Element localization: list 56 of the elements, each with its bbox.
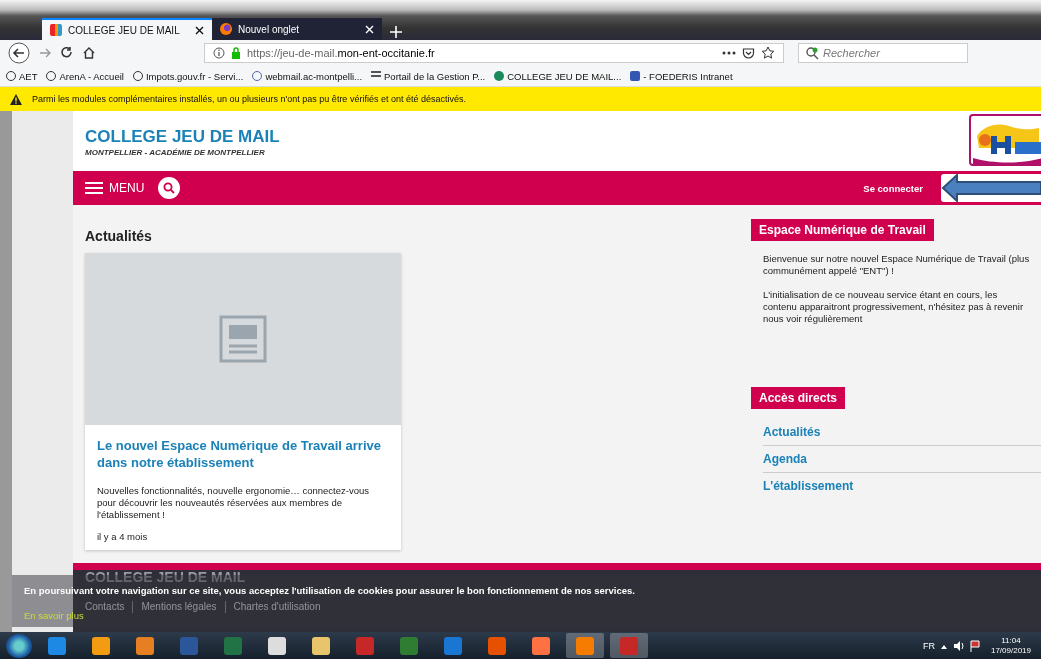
article-title[interactable]: Le nouvel Espace Numérique de Travail arrive dans notre établissement: [97, 437, 389, 471]
section-heading: Actualités: [85, 228, 153, 244]
info-icon: [213, 47, 225, 59]
quick-link[interactable]: Agenda: [763, 446, 1041, 473]
browser-tab[interactable]: COLLEGE JEU DE MAIL: [42, 18, 212, 40]
site-icon: [50, 24, 62, 36]
bookmark[interactable]: Portail de la Gestion P...: [371, 70, 486, 82]
bookmark[interactable]: AET: [6, 70, 38, 82]
section-heading: Accès directs: [751, 387, 846, 409]
back-icon[interactable]: [8, 42, 30, 64]
lock-icon: [231, 47, 241, 59]
article-date: il y a 4 mois: [97, 531, 149, 542]
search-icon: [805, 46, 819, 60]
site-subtitle: MONTPELLIER - ACADÉMIE DE MONTPELLIER: [85, 148, 266, 157]
section-heading: Espace Numérique de Travail: [751, 219, 934, 241]
document-icon: [219, 315, 267, 363]
quick-link[interactable]: L'établissement: [763, 473, 1041, 499]
browser-tab[interactable]: Nouvel onglet: [212, 18, 382, 40]
article-summary: Nouvelles fonctionnalités, nouvelle ergonomie… connectez-vous pour découvrir les nouveautés réservées aux membres de l'établissement !: [97, 485, 370, 521]
search-button[interactable]: [158, 177, 181, 199]
close-icon[interactable]: [195, 25, 204, 35]
home-icon[interactable]: [82, 46, 96, 60]
footer-title: COLLEGE JEU DE MAIL: [85, 570, 247, 584]
start-button[interactable]: [6, 633, 32, 658]
paragraph: L'initialisation de ce nouveau service étant en cours, les contenu apparaitront progressivement, n'hésitez pas à revenir nous voir régulièrement: [763, 289, 1025, 325]
language-indicator[interactable]: FR: [922, 640, 935, 651]
star-icon[interactable]: [761, 46, 775, 60]
search-field[interactable]: Rechercher: [798, 43, 968, 63]
clock-time: 11:04: [1001, 635, 1021, 646]
notification-text: Parmi les modules complémentaires installés, un ou plusieurs n'ont pas pu être vérifiés et ont été désactivés.: [32, 94, 466, 104]
menu-icon: [85, 182, 103, 194]
bookmark[interactable]: ArenA - Accueil: [46, 70, 124, 82]
menu-button[interactable]: MENU: [85, 181, 145, 195]
bookmark[interactable]: COLLEGE JEU DE MAIL...: [494, 70, 622, 82]
quick-link[interactable]: Actualités: [763, 419, 1041, 446]
firefox-icon: [220, 23, 232, 35]
more-icon[interactable]: [722, 51, 736, 55]
footer-link[interactable]: Contacts: [85, 601, 134, 613]
reload-icon[interactable]: [60, 46, 74, 60]
address-bar[interactable]: https://jeu-de-mail.mon-ent-occitanie.fr: [204, 43, 784, 63]
bookmark[interactable]: Impots.gouv.fr - Servi...: [132, 70, 244, 82]
search-icon: [163, 182, 176, 194]
bookmark[interactable]: webmail.ac-montpelli...: [252, 70, 363, 82]
login-link[interactable]: Se connecter: [863, 182, 923, 194]
site-title[interactable]: COLLEGE JEU DE MAIL: [85, 127, 969, 147]
footer-link[interactable]: Chartes d'utilisation: [233, 601, 329, 613]
warning-icon: [10, 93, 22, 105]
pocket-icon[interactable]: [742, 46, 755, 60]
footer-link[interactable]: Mentions légales: [141, 601, 226, 613]
news-card[interactable]: [85, 253, 401, 550]
paragraph: Bienvenue sur notre nouvel Espace Numérique de Travail (plus communément appelé "ENT") !: [763, 253, 1031, 277]
tray-icons[interactable]: [940, 639, 981, 652]
clock-date: 17/09/2019: [990, 645, 1031, 656]
bookmark[interactable]: - FOEDERIS Intranet: [630, 70, 733, 82]
url-text: https://jeu-de-mail.mon-ent-occitanie.fr: [247, 47, 435, 59]
forward-icon[interactable]: [38, 46, 52, 60]
